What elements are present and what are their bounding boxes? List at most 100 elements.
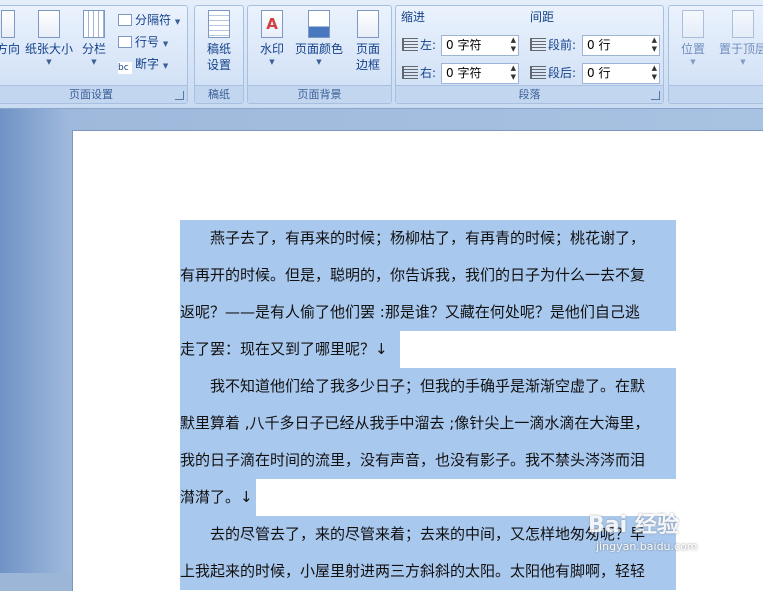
page-color-button[interactable]: 页面颜色 ▼ xyxy=(292,10,346,67)
chevron-down-icon: ▼ xyxy=(91,58,97,66)
line-numbers-button[interactable]: 行号 ▼ xyxy=(118,33,168,51)
text-line: 我不知道他们给了我多少日子；但我的手确乎是渐渐空虚了。在默 xyxy=(180,368,676,405)
indent-left-label-wrap: 左: xyxy=(402,35,436,56)
selected-text: 走了罢：现在又到了哪里呢？↓ xyxy=(180,331,400,368)
selected-text: 燕子去了，有再来的时候；杨柳枯了，有再青的时候；桃花谢了， xyxy=(180,220,676,257)
text-line: 默里算着 ,八千多日子已经从我手中溜去 ;像针尖上一滴水滴在大海里， xyxy=(180,405,676,442)
columns-label: 分栏 xyxy=(81,42,106,56)
spinner-arrows-icon[interactable]: ▲ ▼ xyxy=(652,64,657,82)
chevron-down-icon: ▼ xyxy=(174,18,181,26)
page-background-group: A 水印 ▼ 页面颜色 ▼ 页面边框 页面背景 xyxy=(247,5,392,104)
ribbon: 方向 纸张大小 ▼ 分栏 ▼ 分隔符 ▼ 行号 ▼ bc 断字 ▼ 页面设置 稿纸… xyxy=(0,0,763,109)
indent-right-label-wrap: 右: xyxy=(402,63,436,84)
paper-size-icon xyxy=(38,10,60,38)
manuscript-group-label: 稿纸 xyxy=(195,85,243,103)
spacing-after-spinner[interactable]: 0 行 ▲ ▼ xyxy=(582,63,660,84)
chevron-down-icon: ▼ xyxy=(269,58,275,66)
page-borders-button[interactable]: 页面边框 xyxy=(350,10,386,73)
spacing-after-label-wrap: 段后: xyxy=(530,63,576,84)
spinner-arrows-icon[interactable]: ▲ ▼ xyxy=(652,36,657,54)
selected-text: 潸潸了。↓ xyxy=(180,479,256,516)
watermark-button[interactable]: A 水印 ▼ xyxy=(254,10,290,67)
selected-text: 默里算着 ,八千多日子已经从我手中溜去 ;像针尖上一滴水滴在大海里， xyxy=(180,405,676,442)
page-borders-icon xyxy=(357,10,379,38)
text-line: 上我起来的时候，小屋里射进两三方斜斜的太阳。太阳他有脚啊，轻轻 xyxy=(180,553,676,590)
hyphenation-icon: bc xyxy=(118,62,132,74)
selected-text: 返呢？——是有人偷了他们罢 :那是谁？又藏在何处呢？是他们自己逃 xyxy=(180,294,676,331)
orientation-button[interactable]: 方向 xyxy=(0,10,23,57)
page-borders-label: 页面边框 xyxy=(355,42,380,72)
indent-right-icon xyxy=(402,66,418,79)
indent-left-label: 左: xyxy=(420,38,437,52)
page-color-label: 页面颜色 xyxy=(294,42,343,56)
paragraph-group-label: 段落 xyxy=(396,85,663,103)
position-label: 位置 xyxy=(680,42,705,56)
paper-size-button[interactable]: 纸张大小 ▼ xyxy=(23,10,75,67)
indent-title: 缩进 xyxy=(401,10,426,24)
line-numbers-label: 行号 xyxy=(135,35,160,49)
bring-to-front-icon xyxy=(732,10,754,38)
spinner-arrows-icon[interactable]: ▲ ▼ xyxy=(511,64,516,82)
breaks-icon xyxy=(118,14,132,26)
columns-icon xyxy=(83,10,105,38)
watermark-label: 水印 xyxy=(259,42,284,56)
selected-text: 我的日子滴在时间的流里，没有声音，也没有影子。我不禁头涔涔而泪 xyxy=(180,442,676,479)
orientation-icon xyxy=(1,10,15,38)
spacing-before-label-wrap: 段前: xyxy=(530,35,576,56)
text-line: 我的日子滴在时间的流里，没有声音，也没有影子。我不禁头涔涔而泪 xyxy=(180,442,676,479)
indent-right-value: 0 字符 xyxy=(446,66,482,80)
position-button[interactable]: 位置 ▼ xyxy=(675,10,711,67)
baidu-watermark-url: jingyan.baidu.com xyxy=(596,540,698,553)
manuscript-group: 稿纸设置 稿纸 xyxy=(194,5,244,104)
manuscript-settings-button[interactable]: 稿纸设置 xyxy=(199,10,239,73)
columns-button[interactable]: 分栏 ▼ xyxy=(79,10,109,67)
chevron-down-icon: ▼ xyxy=(46,58,52,66)
chevron-down-icon: ▼ xyxy=(316,58,322,66)
selected-text: 上我起来的时候，小屋里射进两三方斜斜的太阳。太阳他有脚啊，轻轻 xyxy=(180,553,676,590)
text-line: 有再开的时候。但是，聪明的，你告诉我，我们的日子为什么一去不复 xyxy=(180,257,676,294)
indent-left-spinner[interactable]: 0 字符 ▲ ▼ xyxy=(441,35,519,56)
bring-to-front-label: 置于顶层 xyxy=(718,42,763,56)
spacing-after-value: 0 行 xyxy=(587,66,611,80)
spacing-before-spinner[interactable]: 0 行 ▲ ▼ xyxy=(582,35,660,56)
selected-text: 有再开的时候。但是，聪明的，你告诉我，我们的日子为什么一去不复 xyxy=(180,257,676,294)
text-line: 返呢？——是有人偷了他们罢 :那是谁？又藏在何处呢？是他们自己逃 xyxy=(180,294,676,331)
breaks-label: 分隔符 xyxy=(135,13,172,27)
text-line: 走了罢：现在又到了哪里呢？↓ xyxy=(180,331,676,368)
page-setup-group: 方向 纸张大小 ▼ 分栏 ▼ 分隔符 ▼ 行号 ▼ bc 断字 ▼ 页面设置 xyxy=(0,5,188,104)
spacing-after-label: 段后: xyxy=(548,66,577,80)
chevron-down-icon: ▼ xyxy=(162,62,169,70)
indent-right-label: 右: xyxy=(420,66,437,80)
indent-left-icon xyxy=(402,38,418,51)
text-line: 燕子去了，有再来的时候；杨柳枯了，有再青的时候；桃花谢了， xyxy=(180,220,676,257)
baidu-watermark-logo: Bai 经验 xyxy=(588,513,679,538)
manuscript-settings-label: 稿纸设置 xyxy=(206,42,231,72)
chevron-down-icon: ▼ xyxy=(162,40,169,48)
chevron-down-icon: ▼ xyxy=(690,58,696,66)
spacing-after-icon xyxy=(530,66,546,79)
paint-bucket-icon xyxy=(308,10,330,38)
selected-text: 我不知道他们给了我多少日子；但我的手确乎是渐渐空虚了。在默 xyxy=(180,368,676,405)
page-background-group-label: 页面背景 xyxy=(248,85,391,103)
spacing-before-icon xyxy=(530,38,546,51)
position-icon xyxy=(682,10,704,38)
paragraph-dialog-launcher-icon[interactable] xyxy=(651,91,660,100)
breaks-button[interactable]: 分隔符 ▼ xyxy=(118,11,180,29)
indent-left-value: 0 字符 xyxy=(446,38,482,52)
manuscript-icon xyxy=(208,10,230,38)
spacing-title: 间距 xyxy=(530,10,555,24)
line-numbers-icon xyxy=(118,36,132,48)
page-setup-dialog-launcher-icon[interactable] xyxy=(175,91,184,100)
hyphenation-button[interactable]: bc 断字 ▼ xyxy=(118,55,169,74)
indent-right-spinner[interactable]: 0 字符 ▲ ▼ xyxy=(441,63,519,84)
arrange-group-label xyxy=(669,85,763,103)
paragraph-group: 缩进 间距 左: 0 字符 ▲ ▼ 右: 0 字符 ▲ ▼ 段前: 0 行 ▲ ▼ 段… xyxy=(395,5,664,104)
watermark-icon: A xyxy=(261,10,283,38)
spacing-before-value: 0 行 xyxy=(587,38,611,52)
page-setup-group-label: 页面设置 xyxy=(0,85,187,103)
chevron-down-icon: ▼ xyxy=(740,58,746,66)
orientation-label: 方向 xyxy=(0,42,20,56)
spinner-arrows-icon[interactable]: ▲ ▼ xyxy=(511,36,516,54)
bring-to-front-button[interactable]: 置于顶层 ▼ xyxy=(715,10,763,67)
spacing-before-label: 段前: xyxy=(548,38,577,52)
